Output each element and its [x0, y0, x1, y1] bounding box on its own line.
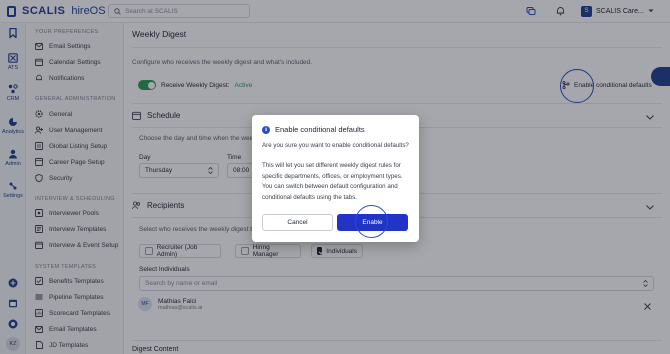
cancel-button[interactable]: Cancel — [262, 214, 333, 231]
dialog-title: Enable conditional defaults — [275, 125, 365, 134]
dialog-question: Are you sure you want to enable conditio… — [262, 142, 409, 149]
enable-conditional-defaults-dialog: i Enable conditional defaults Are you su… — [252, 115, 419, 242]
dialog-body: This will let you set different weekly d… — [262, 162, 403, 201]
click-highlight-ring — [355, 205, 388, 238]
dialog-header: i Enable conditional defaults — [262, 125, 365, 134]
info-icon: i — [262, 125, 270, 134]
